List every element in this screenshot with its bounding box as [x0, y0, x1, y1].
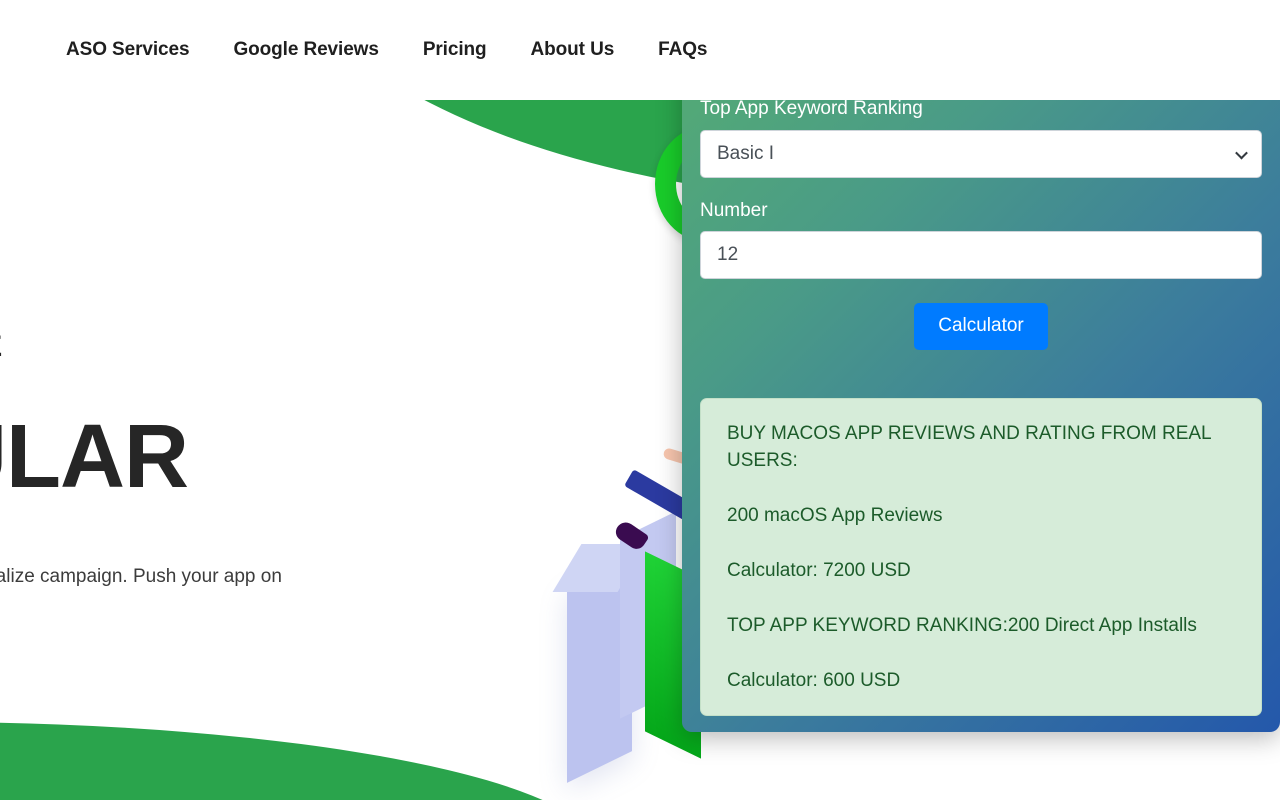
- nav-item-about-us[interactable]: About Us: [531, 39, 615, 61]
- price-calculator-panel: Macos app reviews and rating from real u…: [682, 0, 1280, 732]
- number-input[interactable]: 12: [700, 231, 1262, 280]
- top-navigation-bar: ASO Services Google Reviews Pricing Abou…: [0, 0, 1280, 100]
- number-input-label: Number: [700, 199, 768, 221]
- ranking-select-wrapper[interactable]: Basic I: [700, 129, 1262, 178]
- nav-item-faqs[interactable]: FAQs: [658, 39, 707, 61]
- result-line-reviews: 200 macOS App Reviews: [727, 505, 943, 527]
- nav-item-pricing[interactable]: Pricing: [423, 39, 487, 61]
- result-line-ranking: TOP APP KEYWORD RANKING:200 Direct App I…: [727, 615, 1197, 637]
- page-root: ANA ON BECOME OPULAR pps and run the spe…: [0, 0, 1280, 800]
- calculator-button[interactable]: Calculator: [914, 303, 1048, 351]
- hero-subtitle: pps and run the specialize campaign. Pus…: [0, 566, 282, 587]
- result-heading: BUY MACOS APP REVIEWS AND RATING FROM RE…: [727, 423, 1211, 472]
- hero-kicker: ON BECOME: [0, 330, 514, 364]
- result-line-ranking-price: Calculator: 600 USD: [727, 670, 901, 692]
- result-line-reviews-price: Calculator: 7200 USD: [727, 560, 911, 582]
- nav-links: ASO Services Google Reviews Pricing Abou…: [66, 39, 708, 61]
- ranking-select[interactable]: Basic I: [700, 129, 1262, 178]
- nav-item-aso-services[interactable]: ASO Services: [66, 39, 190, 61]
- calculation-result-box: BUY MACOS APP REVIEWS AND RATING FROM RE…: [700, 398, 1262, 717]
- nav-item-google-reviews[interactable]: Google Reviews: [233, 39, 378, 61]
- hero-copy: ON BECOME OPULAR pps and run the special…: [0, 330, 514, 588]
- ranking-select-label: Top App Keyword Ranking: [700, 97, 923, 119]
- hero-title: OPULAR: [0, 407, 189, 507]
- calculator-button-row: Calculator: [700, 303, 1262, 351]
